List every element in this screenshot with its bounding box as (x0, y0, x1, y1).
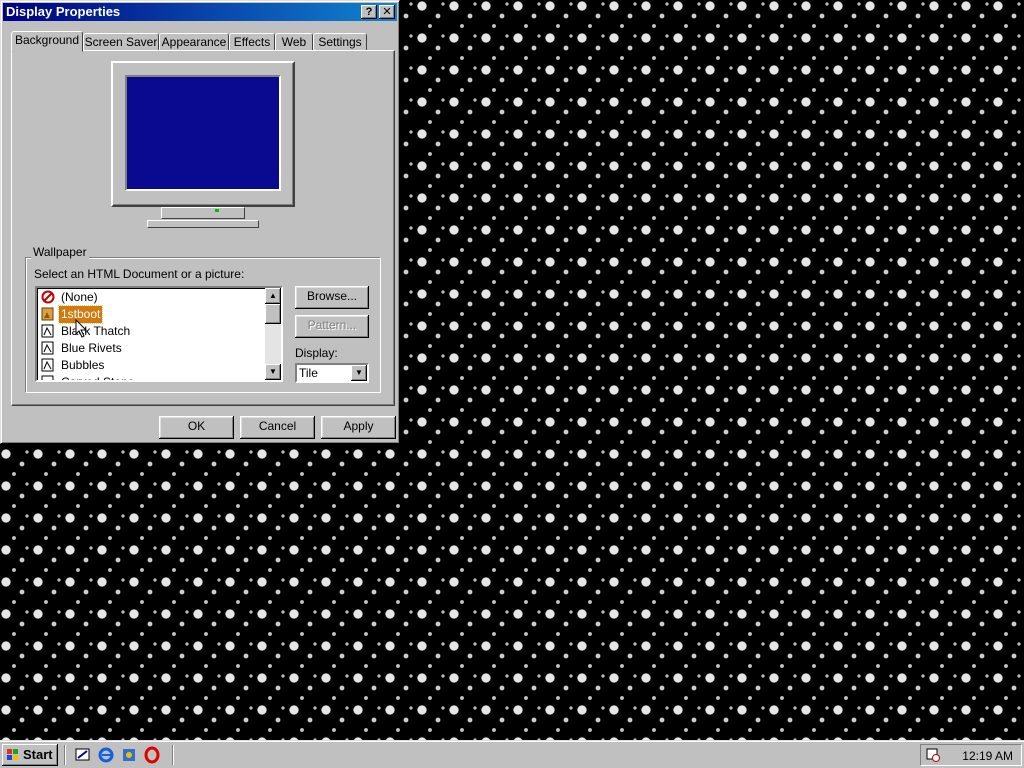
tab-effects[interactable]: Effects (229, 33, 275, 51)
arrow-down-icon: ▼ (269, 367, 277, 376)
wallpaper-prompt: Select an HTML Document or a picture: (34, 267, 245, 281)
show-desktop-icon[interactable] (74, 746, 92, 764)
pattern-button[interactable]: Pattern... (295, 315, 369, 338)
list-item-label: (None) (61, 290, 98, 304)
monitor-stand (161, 207, 245, 219)
system-tray: 12:19 AM (920, 744, 1022, 766)
taskbar: Start 12:19 AM (0, 740, 1024, 768)
window-title: Display Properties (6, 4, 121, 19)
list-scrollbar[interactable]: ▲ ▼ (265, 288, 281, 380)
wallpaper-list[interactable]: (None) 1stboot Black Thatch Blue Rivets (35, 286, 283, 382)
scroll-thumb[interactable] (265, 304, 281, 324)
image-file-icon (41, 307, 54, 321)
display-properties-window: Display Properties ? ✕ Background Screen… (0, 0, 400, 444)
mouse-cursor-icon (75, 319, 88, 338)
list-item-label: Blue Rivets (61, 341, 122, 355)
dropdown-button[interactable]: ▼ (351, 365, 367, 381)
monitor-preview (111, 61, 295, 207)
display-value: Tile (299, 366, 318, 380)
cancel-button[interactable]: Cancel (240, 416, 315, 439)
tab-appearance[interactable]: Appearance (159, 33, 229, 51)
internet-explorer-icon[interactable] (97, 746, 115, 764)
wallpaper-group-label: Wallpaper (31, 245, 89, 259)
close-button[interactable]: ✕ (379, 5, 395, 19)
tab-settings[interactable]: Settings (313, 33, 367, 51)
chevron-down-icon: ▼ (355, 368, 363, 377)
separator (64, 745, 66, 765)
ok-button[interactable]: OK (159, 416, 234, 439)
scroll-down-button[interactable]: ▼ (265, 364, 281, 380)
start-label: Start (23, 747, 53, 762)
channels-icon[interactable] (120, 746, 138, 764)
scroll-up-button[interactable]: ▲ (265, 288, 281, 304)
image-file-icon (41, 358, 54, 372)
preview-screen (125, 75, 281, 191)
browse-button[interactable]: Browse... (295, 286, 369, 309)
close-icon: ✕ (382, 6, 392, 18)
image-file-icon (41, 375, 54, 380)
tab-web[interactable]: Web (275, 33, 313, 51)
display-label: Display: (295, 346, 338, 360)
list-item-label: Bubbles (61, 358, 105, 372)
image-file-icon (41, 324, 54, 338)
monitor-base (147, 220, 259, 228)
opera-icon[interactable] (143, 746, 161, 764)
none-icon (41, 290, 55, 304)
tab-background[interactable]: Background (11, 31, 83, 52)
power-led-icon (215, 209, 219, 212)
title-bar[interactable]: Display Properties ? ✕ (3, 3, 397, 21)
image-file-icon (41, 341, 54, 355)
separator (172, 745, 174, 765)
arrow-up-icon: ▲ (269, 291, 277, 300)
apply-button[interactable]: Apply (321, 416, 396, 439)
list-item-label: Carved Stone (61, 375, 135, 382)
help-button[interactable]: ? (361, 5, 377, 19)
start-button[interactable]: Start (2, 744, 58, 766)
clock[interactable]: 12:19 AM (962, 749, 1013, 763)
display-select[interactable]: Tile ▼ (295, 363, 369, 383)
list-item-label: Black Thatch (61, 324, 131, 338)
scheduler-icon[interactable] (925, 747, 941, 763)
tab-screen-saver[interactable]: Screen Saver (83, 33, 159, 51)
windows-logo-icon (7, 749, 18, 760)
